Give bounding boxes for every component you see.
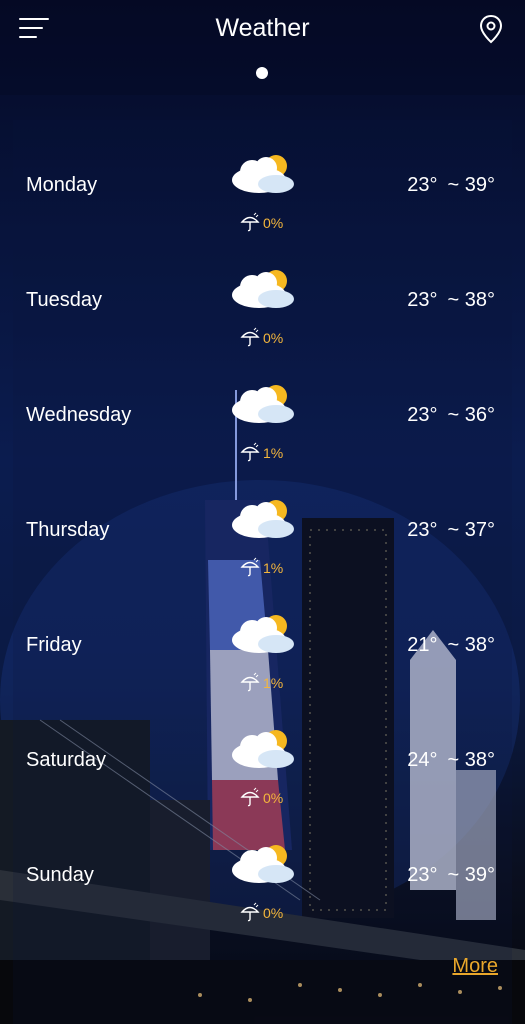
umbrella-icon bbox=[240, 212, 260, 235]
forecast-row[interactable]: Monday 0% 23° ~ 39° bbox=[0, 152, 525, 262]
high-temp: ~ 36° bbox=[447, 404, 495, 426]
temperature-range: 21° ~ 38° bbox=[407, 634, 495, 657]
low-temp: 23° bbox=[407, 864, 438, 886]
temperature-range: 24° ~ 38° bbox=[407, 749, 495, 772]
day-label: Sunday bbox=[26, 864, 94, 886]
location-pin-icon[interactable] bbox=[479, 14, 503, 44]
temperature-range: 23° ~ 39° bbox=[407, 174, 495, 197]
partly-cloudy-icon bbox=[228, 152, 298, 198]
precip-value: 0% bbox=[263, 215, 284, 231]
top-bar: Weather bbox=[0, 0, 525, 95]
forecast-row[interactable]: Friday 1% 21° ~ 38° bbox=[0, 612, 525, 722]
precip-value: 0% bbox=[263, 905, 284, 921]
high-temp: ~ 38° bbox=[447, 289, 495, 311]
low-temp: 23° bbox=[407, 404, 438, 426]
temperature-range: 23° ~ 39° bbox=[407, 864, 495, 887]
precip-value: 1% bbox=[263, 675, 284, 691]
partly-cloudy-icon bbox=[228, 842, 298, 888]
low-temp: 23° bbox=[407, 174, 438, 196]
day-label: Wednesday bbox=[26, 404, 132, 426]
precip-value: 0% bbox=[263, 790, 284, 806]
precipitation: 0% bbox=[240, 787, 283, 809]
precipitation: 0% bbox=[240, 212, 283, 234]
forecast-row[interactable]: Sunday 0% 23° ~ 39° bbox=[0, 842, 525, 952]
precipitation: 1% bbox=[240, 442, 283, 464]
umbrella-icon bbox=[240, 442, 260, 465]
umbrella-icon bbox=[240, 557, 260, 580]
low-temp: 23° bbox=[407, 289, 438, 311]
umbrella-icon bbox=[240, 327, 260, 350]
partly-cloudy-icon bbox=[228, 382, 298, 428]
precipitation: 1% bbox=[240, 672, 283, 694]
precip-value: 0% bbox=[263, 330, 284, 346]
umbrella-icon bbox=[240, 902, 260, 925]
high-temp: ~ 37° bbox=[447, 519, 495, 541]
precipitation: 0% bbox=[240, 902, 283, 924]
high-temp: ~ 39° bbox=[447, 864, 495, 886]
low-temp: 21° bbox=[407, 634, 438, 656]
precip-value: 1% bbox=[263, 560, 284, 576]
low-temp: 23° bbox=[407, 519, 438, 541]
umbrella-icon bbox=[240, 672, 260, 695]
forecast-row[interactable]: Tuesday 0% 23° ~ 38° bbox=[0, 267, 525, 377]
more-link[interactable]: More bbox=[452, 955, 498, 978]
day-label: Saturday bbox=[26, 749, 107, 771]
high-temp: ~ 38° bbox=[447, 749, 495, 771]
temperature-range: 23° ~ 37° bbox=[407, 519, 495, 542]
temperature-range: 23° ~ 36° bbox=[407, 404, 495, 427]
high-temp: ~ 38° bbox=[447, 634, 495, 656]
partly-cloudy-icon bbox=[228, 267, 298, 313]
precip-value: 1% bbox=[263, 445, 284, 461]
partly-cloudy-icon bbox=[228, 727, 298, 773]
precipitation: 1% bbox=[240, 557, 283, 579]
page-indicator-dot bbox=[256, 67, 268, 79]
forecast-row[interactable]: Saturday 0% 24° ~ 38° bbox=[0, 727, 525, 837]
partly-cloudy-icon bbox=[228, 612, 298, 658]
low-temp: 24° bbox=[407, 749, 438, 771]
forecast-row[interactable]: Thursday 1% 23° ~ 37° bbox=[0, 497, 525, 607]
precipitation: 0% bbox=[240, 327, 283, 349]
high-temp: ~ 39° bbox=[447, 174, 495, 196]
page-title: Weather bbox=[215, 14, 310, 42]
day-label: Monday bbox=[26, 174, 98, 196]
day-label: Tuesday bbox=[26, 289, 102, 311]
partly-cloudy-icon bbox=[228, 497, 298, 543]
day-label: Thursday bbox=[26, 519, 110, 541]
forecast-row[interactable]: Wednesday 1% 23° ~ 36° bbox=[0, 382, 525, 492]
day-label: Friday bbox=[26, 634, 82, 656]
umbrella-icon bbox=[240, 787, 260, 810]
temperature-range: 23° ~ 38° bbox=[407, 289, 495, 312]
